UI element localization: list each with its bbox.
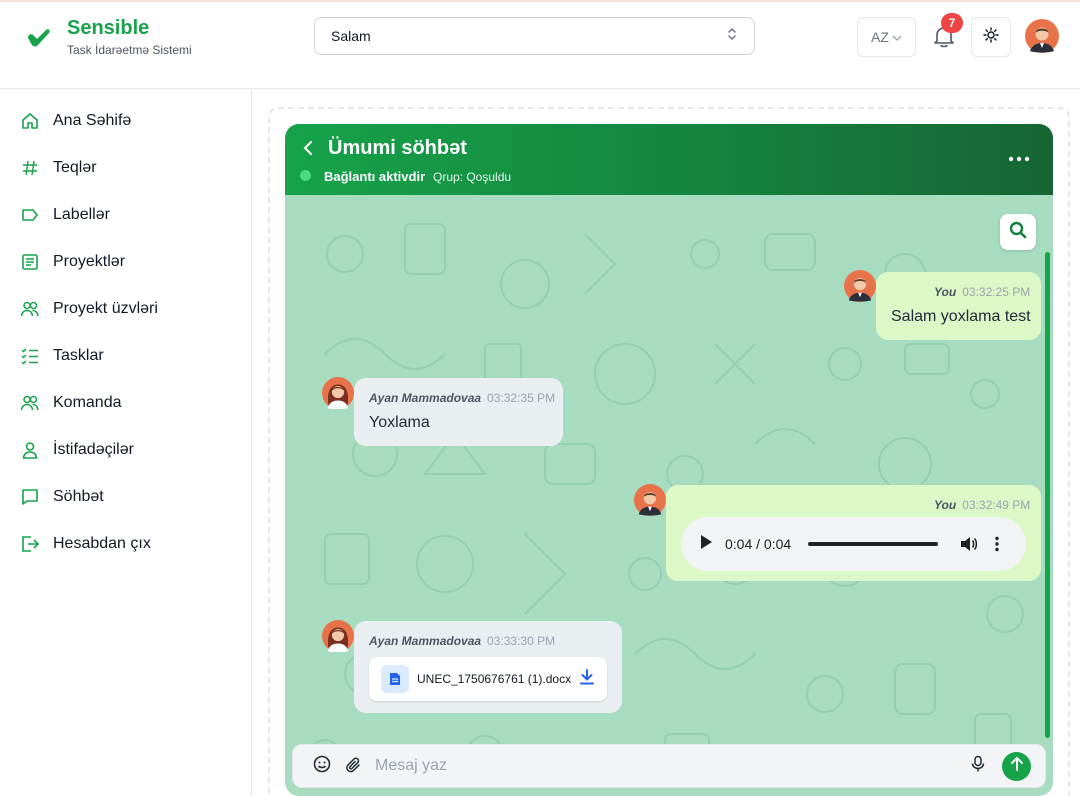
- sidebar-item-label: Söhbət: [53, 488, 104, 505]
- language-label: AZ: [871, 29, 889, 45]
- theme-toggle-button[interactable]: [971, 17, 1011, 57]
- chat-panel: Ümumi söhbət Bağlantı aktivdir Qrup: Qoş…: [285, 124, 1053, 796]
- chevron-down-icon: [892, 29, 902, 45]
- avatar: [322, 620, 354, 653]
- project-select-value: Salam: [331, 28, 371, 44]
- chat-header: Ümumi söhbət Bağlantı aktivdir Qrup: Qoş…: [285, 124, 1053, 195]
- avatar: [322, 377, 354, 410]
- team-icon: [20, 393, 40, 413]
- arrow-up-icon: [1010, 756, 1024, 777]
- sidebar-item-home[interactable]: Ana Səhifə: [20, 109, 131, 133]
- paperclip-icon[interactable]: [345, 757, 363, 775]
- project-select[interactable]: Salam: [314, 17, 755, 55]
- sidebar-item-users[interactable]: İstifadəçilər: [20, 438, 134, 462]
- chat-scrollbar[interactable]: [1045, 252, 1050, 738]
- sidebar-item-label: Labellər: [53, 206, 110, 223]
- message-time: 03:33:30 PM: [487, 634, 556, 648]
- app-header: Sensible Task İdarəetmə Sistemi Salam AZ…: [0, 2, 1080, 89]
- sidebar-item-logout[interactable]: Hesabdan çıx: [20, 532, 151, 556]
- audio-time: 0:04 / 0:04: [725, 536, 792, 552]
- file-name: UNEC_1750676761 (1).docx: [417, 672, 572, 686]
- more-options-icon[interactable]: [1007, 149, 1031, 169]
- message-sender: Ayan Mammadovaa: [369, 391, 482, 405]
- message-bubble-received[interactable]: Ayan Mammadovaa 03:32:35 PM Yoxlama: [354, 378, 563, 446]
- sidebar-item-tags[interactable]: Teqlər: [20, 156, 97, 180]
- language-button[interactable]: AZ: [857, 17, 916, 57]
- message-text: Salam yoxlama test: [891, 308, 1031, 325]
- document-icon: [20, 252, 40, 272]
- message-time: 03:32:25 PM: [962, 285, 1031, 299]
- message-sender: You: [934, 285, 957, 299]
- message-bubble-sent[interactable]: You 03:32:25 PM Salam yoxlama test: [876, 272, 1041, 340]
- sidebar-item-project-members[interactable]: Proyekt üzvləri: [20, 297, 158, 321]
- message-composer: [292, 744, 1046, 788]
- sidebar-item-team[interactable]: Komanda: [20, 391, 122, 415]
- message-meta: Ayan Mammadovaa 03:32:35 PM: [369, 391, 555, 405]
- audio-more-options-icon[interactable]: [994, 536, 1000, 552]
- brand-name: Sensible: [67, 17, 150, 39]
- hash-icon: [20, 158, 40, 178]
- sidebar-item-projects[interactable]: Proyektlər: [20, 250, 125, 274]
- file-attachment[interactable]: UNEC_1750676761 (1).docx: [369, 657, 607, 701]
- sidebar-item-label: Tasklar: [53, 347, 104, 364]
- logo-icon[interactable]: [24, 24, 52, 52]
- download-icon[interactable]: [579, 668, 595, 691]
- message-meta: You 03:32:49 PM: [934, 498, 1030, 512]
- sidebar-item-label: Ana Səhifə: [53, 112, 132, 129]
- brand-subtitle: Task İdarəetmə Sistemi: [67, 43, 192, 57]
- sidebar-item-labels[interactable]: Labellər: [20, 203, 110, 227]
- avatar: [634, 484, 666, 516]
- sidebar-item-label: Proyekt üzvləri: [53, 300, 158, 317]
- user-avatar[interactable]: [1025, 19, 1059, 53]
- logout-icon: [20, 534, 40, 554]
- chat-search-button[interactable]: [1000, 214, 1036, 250]
- audio-progress-track[interactable]: [808, 542, 938, 546]
- play-icon[interactable]: [699, 534, 713, 555]
- message-meta: Ayan Mammadovaa 03:33:30 PM: [369, 634, 555, 648]
- volume-icon[interactable]: [960, 536, 978, 552]
- sidebar-item-label: Hesabdan çıx: [53, 535, 151, 552]
- sidebar-item-chat[interactable]: Söhbət: [20, 485, 104, 509]
- message-text: Yoxlama: [369, 414, 430, 431]
- emoji-icon[interactable]: [313, 755, 331, 778]
- avatar: [844, 270, 876, 302]
- label-icon: [20, 205, 40, 225]
- sidebar-item-tasks[interactable]: Tasklar: [20, 344, 104, 368]
- document-file-icon: [381, 665, 409, 693]
- user-icon: [20, 440, 40, 460]
- sidebar-item-label: Teqlər: [53, 159, 97, 176]
- audio-player[interactable]: 0:04 / 0:04: [681, 517, 1026, 571]
- message-sender: Ayan Mammadovaa: [369, 634, 482, 648]
- connection-status-text: Bağlantı aktivdir: [324, 169, 426, 184]
- sidebar-item-label: Proyektlər: [53, 253, 126, 270]
- message-input[interactable]: [375, 757, 970, 775]
- back-arrow-icon[interactable]: [300, 138, 316, 158]
- message-meta: You 03:32:25 PM: [934, 285, 1030, 299]
- message-time: 03:32:49 PM: [962, 498, 1031, 512]
- search-icon: [1008, 220, 1028, 245]
- checklist-icon: [20, 346, 40, 366]
- message-time: 03:32:35 PM: [487, 391, 556, 405]
- connection-status-dot: [300, 170, 311, 181]
- send-button[interactable]: [1002, 751, 1031, 781]
- message-sender: You: [934, 498, 957, 512]
- home-icon: [20, 111, 40, 131]
- sun-icon: [983, 26, 999, 48]
- chevron-up-down-icon: [726, 26, 738, 47]
- notification-badge: 7: [941, 13, 963, 33]
- sidebar-item-label: Komanda: [53, 394, 122, 411]
- microphone-icon[interactable]: [970, 755, 986, 778]
- sidebar: Ana Səhifə Teqlər Labellər Proyektlər Pr…: [0, 90, 252, 796]
- sidebar-item-label: İstifadəçilər: [53, 441, 134, 458]
- group-status-text: Qrup: Qoşuldu: [433, 170, 512, 184]
- chat-title: Ümumi söhbət: [328, 137, 467, 159]
- users-icon: [20, 299, 40, 319]
- chat-icon: [20, 487, 40, 507]
